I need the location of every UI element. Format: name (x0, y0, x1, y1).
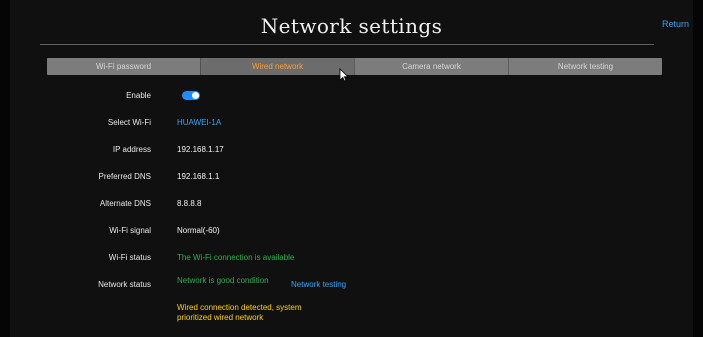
row-preferred-dns: Preferred DNS 192.168.1.1 (0, 167, 703, 187)
ip-address-value: 192.168.1.17 (177, 145, 224, 154)
row-select-wifi: Select Wi-Fi HUAWEI-1A (0, 113, 703, 133)
enable-toggle[interactable] (182, 91, 200, 100)
tab-wifi-password-label: Wi-Fi password (95, 62, 152, 71)
alternate-dns-value: 8.8.8.8 (177, 199, 202, 208)
page-title: Network settings (260, 14, 443, 38)
tab-wifi-password[interactable]: Wi-Fi password (47, 58, 200, 75)
enable-label: Enable (126, 91, 151, 100)
select-wifi-label: Select Wi-Fi (107, 118, 151, 127)
tab-wired-network[interactable]: Wired network (200, 58, 354, 75)
header: Network settings Return (0, 0, 703, 48)
tab-network-testing-label: Network testing (557, 62, 614, 71)
header-divider (40, 44, 654, 45)
tab-camera-network[interactable]: Camera network (354, 58, 508, 75)
network-testing-button[interactable]: Network testing (291, 279, 346, 291)
ip-address-label: IP address (112, 145, 151, 154)
row-alternate-dns: Alternate DNS 8.8.8.8 (0, 194, 703, 214)
return-button[interactable]: Return (662, 18, 689, 30)
wifi-signal-label: Wi-Fi signal (109, 226, 151, 235)
wifi-signal-value: Normal(-60) (177, 226, 220, 235)
wifi-status-label: Wi-Fi status (108, 253, 151, 262)
tab-camera-network-label: Camera network (402, 62, 461, 71)
row-wifi-signal: Wi-Fi signal Normal(-60) (0, 221, 703, 241)
wifi-status-value: The Wi-Fi connection is available (177, 253, 295, 262)
toggle-knob (192, 92, 199, 99)
wired-priority-message: Wired connection detected, system priori… (177, 303, 302, 322)
tab-network-testing[interactable]: Network testing (508, 58, 662, 75)
network-settings-screen: Network settings Return Wi-Fi password W… (0, 0, 703, 337)
tab-wired-network-label: Wired network (251, 62, 304, 71)
settings-content: Enable Select Wi-Fi HUAWEI-1A IP address… (0, 84, 703, 337)
select-wifi-value[interactable]: HUAWEI-1A (177, 117, 221, 129)
row-network-status: Network status Network is good condition… (0, 275, 703, 299)
alternate-dns-label: Alternate DNS (99, 199, 151, 208)
network-status-label: Network status (98, 280, 151, 289)
row-enable: Enable (0, 86, 703, 106)
row-ip-address: IP address 192.168.1.17 (0, 140, 703, 160)
preferred-dns-label: Preferred DNS (98, 172, 151, 181)
row-wifi-status: Wi-Fi status The Wi-Fi connection is ava… (0, 248, 703, 268)
tab-bar: Wi-Fi password Wired network Camera netw… (47, 58, 662, 75)
network-status-value: Network is good condition (177, 276, 269, 285)
preferred-dns-value: 192.168.1.1 (177, 172, 220, 181)
